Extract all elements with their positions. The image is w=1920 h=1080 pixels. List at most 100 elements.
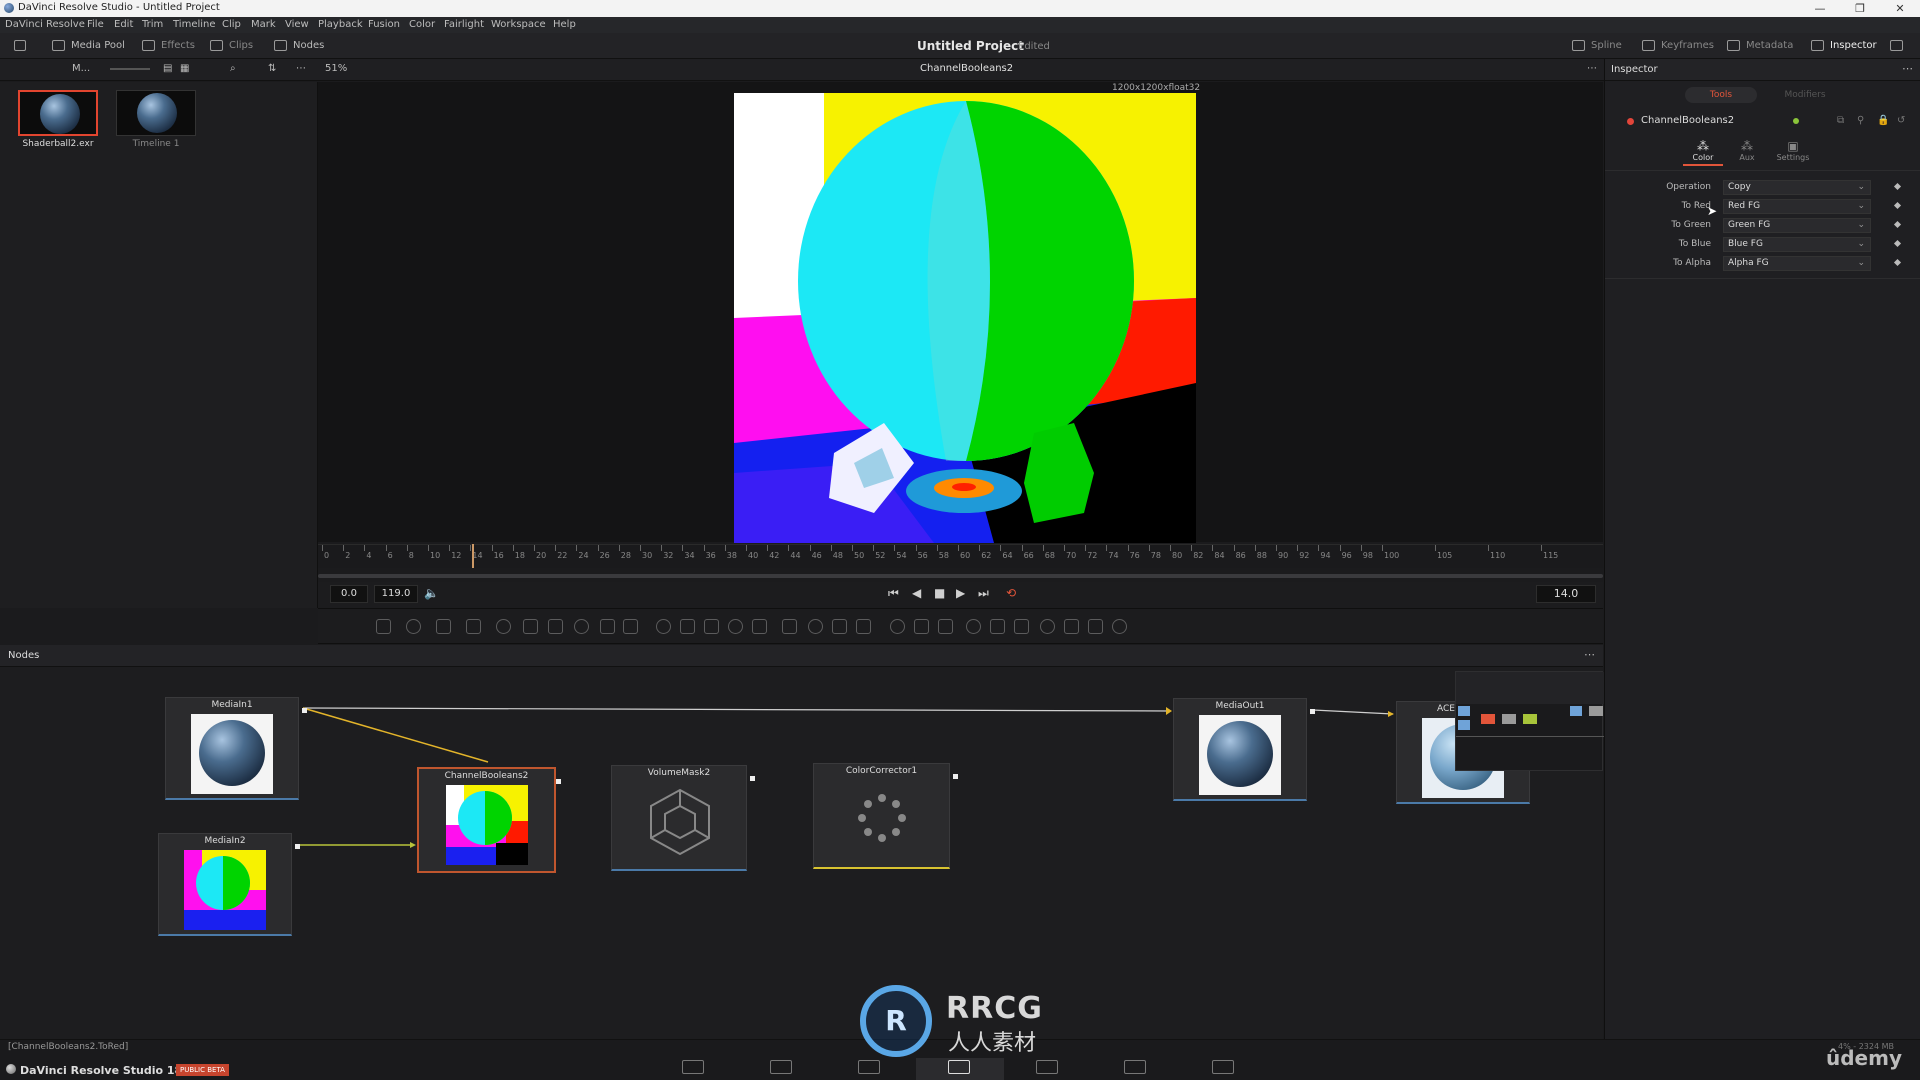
fusion-tool-icon[interactable]	[680, 619, 695, 634]
search-icon[interactable]: ⌕	[230, 63, 236, 74]
fusion-tool-icon[interactable]	[623, 619, 638, 634]
menu-clip[interactable]: Clip	[222, 19, 241, 30]
menu-davinci[interactable]: DaVinci Resolve	[5, 19, 85, 30]
start-time-field[interactable]: 0.0	[330, 585, 368, 603]
subtab-settings[interactable]: ▣ Settings	[1771, 139, 1815, 162]
clip-thumbnail-timeline[interactable]	[116, 90, 196, 136]
output-port[interactable]	[750, 776, 755, 781]
pin-icon[interactable]: ⚲	[1857, 115, 1864, 126]
page-fusion-icon[interactable]	[948, 1060, 970, 1074]
output-port[interactable]	[1310, 709, 1315, 714]
subtab-color[interactable]: ⁂ Color	[1683, 139, 1723, 166]
node-color-dot[interactable]	[1627, 118, 1634, 125]
monitor-icon[interactable]	[1890, 33, 1909, 59]
keyframe-icon[interactable]	[1893, 182, 1902, 191]
node-status-dot[interactable]	[1793, 118, 1799, 124]
page-edit-icon[interactable]	[858, 1060, 880, 1074]
clips-button[interactable]: Clips	[210, 33, 253, 59]
fusion-tool-icon[interactable]	[808, 619, 823, 634]
fusion-tool-icon[interactable]	[914, 619, 929, 634]
to-green-dropdown[interactable]: Green FG ⌄	[1723, 218, 1871, 233]
menu-mark[interactable]: Mark	[251, 19, 276, 30]
output-port[interactable]	[556, 779, 561, 784]
node-popup-swatches[interactable]	[1455, 671, 1604, 771]
page-color-icon[interactable]	[1036, 1060, 1058, 1074]
fusion-tool-icon[interactable]	[728, 619, 743, 634]
fusion-tool-icon[interactable]	[832, 619, 847, 634]
menu-fairlight[interactable]: Fairlight	[444, 19, 484, 30]
grid-view-icon[interactable]: ▦	[180, 63, 189, 74]
spline-button[interactable]: Spline	[1572, 33, 1622, 59]
reset-icon[interactable]: ↺	[1897, 115, 1905, 126]
page-deliver-icon[interactable]	[1212, 1060, 1234, 1074]
node-volumemask2[interactable]: VolumeMask2	[611, 765, 755, 871]
swatch-gray[interactable]	[1502, 714, 1516, 724]
menu-playback[interactable]: Playback	[318, 19, 363, 30]
node-mediain2[interactable]: MediaIn2	[158, 833, 300, 936]
clip-thumbnail-shaderball[interactable]	[18, 90, 98, 136]
current-time-field[interactable]: 14.0	[1536, 585, 1596, 603]
playhead[interactable]	[472, 544, 474, 568]
media-pool-button[interactable]: Media Pool	[52, 33, 125, 59]
panel-toggle-icon[interactable]	[14, 33, 32, 59]
keyframe-icon[interactable]	[1893, 258, 1902, 267]
fusion-tool-icon[interactable]	[466, 619, 481, 634]
metadata-button[interactable]: Metadata	[1727, 33, 1793, 59]
tab-modifiers[interactable]: Modifiers	[1765, 87, 1845, 103]
keyframe-icon[interactable]	[1893, 220, 1902, 229]
fusion-tool-icon[interactable]	[574, 619, 589, 634]
audio-icon[interactable]: 🔈	[424, 586, 439, 600]
node-mediaout1[interactable]: MediaOut1	[1173, 698, 1315, 801]
fusion-tool-icon[interactable]	[523, 619, 538, 634]
output-port[interactable]	[302, 708, 307, 713]
menu-trim[interactable]: Trim	[142, 19, 163, 30]
swatch-blue[interactable]	[1458, 706, 1470, 716]
output-port[interactable]	[295, 844, 300, 849]
menu-view[interactable]: View	[285, 19, 309, 30]
time-ruler[interactable]: 0 2 4 6 8 10 12 14 16 18 20 22 24 26 28 30 32 34 36 38 40 42 4…	[318, 544, 1603, 568]
stop-icon[interactable]: ■	[934, 586, 945, 600]
nodes-panel[interactable]: Nodes ⋯ MediaIn1 MediaIn2 ChannelBoolean…	[0, 645, 1604, 1039]
fusion-tool-icon[interactable]	[436, 619, 451, 634]
more-options-icon[interactable]: ⋯	[296, 63, 306, 74]
menu-help[interactable]: Help	[553, 19, 576, 30]
fusion-tool-icon[interactable]	[966, 619, 981, 634]
operation-dropdown[interactable]: Copy ⌄	[1723, 180, 1871, 195]
page-fairlight-icon[interactable]	[1124, 1060, 1146, 1074]
fusion-tool-icon[interactable]	[1014, 619, 1029, 634]
fusion-tool-icon[interactable]	[752, 619, 767, 634]
lock-icon[interactable]: 🔒	[1877, 115, 1889, 126]
sort-icon[interactable]: ⇅	[268, 63, 276, 74]
fusion-tool-icon[interactable]	[782, 619, 797, 634]
play-icon[interactable]: ▶	[956, 586, 965, 600]
swatch-blue-3[interactable]	[1570, 706, 1582, 716]
effects-button[interactable]: Effects	[142, 33, 195, 59]
fusion-tool-icon[interactable]	[600, 619, 615, 634]
fusion-tool-icon[interactable]	[406, 619, 421, 634]
fusion-tool-icon[interactable]	[856, 619, 871, 634]
node-colorcorrector1[interactable]: ColorCorrector1	[813, 763, 958, 869]
keyframe-icon[interactable]	[1893, 201, 1902, 210]
to-blue-dropdown[interactable]: Blue FG ⌄	[1723, 237, 1871, 252]
fusion-tool-icon[interactable]	[656, 619, 671, 634]
menu-color[interactable]: Color	[409, 19, 435, 30]
play-reverse-icon[interactable]: ◀	[912, 586, 921, 600]
subtab-aux[interactable]: ⁂ Aux	[1727, 139, 1767, 162]
loop-icon[interactable]: ⟲	[1006, 586, 1016, 600]
end-time-field[interactable]: 119.0	[374, 585, 418, 603]
scrub-bar[interactable]	[318, 574, 1603, 578]
inspector-button[interactable]: Inspector	[1811, 33, 1877, 59]
page-media-icon[interactable]	[682, 1060, 704, 1074]
fusion-tool-icon[interactable]	[1040, 619, 1055, 634]
swatch-gray-2[interactable]	[1589, 706, 1603, 716]
go-to-end-icon[interactable]: ⏭	[978, 586, 989, 601]
tab-tools[interactable]: Tools	[1685, 87, 1757, 103]
fusion-tool-icon[interactable]	[1064, 619, 1079, 634]
menu-fusion[interactable]: Fusion	[368, 19, 400, 30]
viewer-panel[interactable]: 1200x1200xfloat32	[318, 82, 1603, 543]
fusion-tool-icon[interactable]	[704, 619, 719, 634]
list-view-icon[interactable]: ▤	[163, 63, 172, 74]
fusion-tool-icon[interactable]	[938, 619, 953, 634]
fusion-tool-icon[interactable]	[1088, 619, 1103, 634]
keyframes-button[interactable]: Keyframes	[1642, 33, 1714, 59]
